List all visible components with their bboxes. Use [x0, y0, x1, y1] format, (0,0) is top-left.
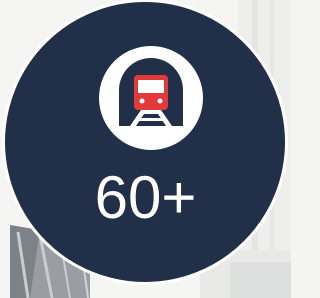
- icon-badge: [99, 46, 203, 150]
- stat-value: 60+: [94, 164, 197, 231]
- train-tunnel-icon: [119, 58, 183, 126]
